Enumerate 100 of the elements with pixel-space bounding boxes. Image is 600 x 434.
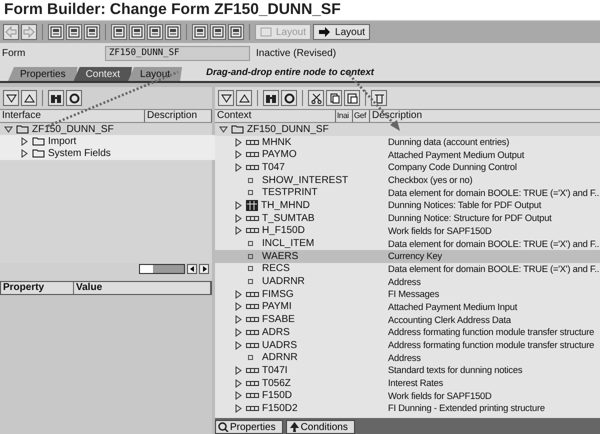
- tree-row[interactable]: FSABE: [215, 313, 359, 326]
- column-header: Interface: [0, 110, 145, 122]
- tree-row[interactable]: T047: [215, 161, 359, 174]
- refresh-button[interactable]: [281, 90, 297, 106]
- caret-left-icon: [190, 266, 194, 272]
- scroll-left-button[interactable]: [187, 264, 197, 274]
- copy-button[interactable]: [326, 90, 342, 106]
- collapsed-triangle-icon[interactable]: [20, 136, 29, 146]
- find-button[interactable]: [48, 90, 64, 106]
- cut-button[interactable]: [308, 90, 324, 106]
- window-title: Form Builder: Change Form ZF150_DUNN_SF: [4, 1, 341, 19]
- refresh-button[interactable]: [66, 90, 82, 106]
- node-name: PAYMI: [262, 301, 292, 312]
- form-status: Inactive (Revised): [256, 48, 336, 58]
- tab[interactable]: Layout: [128, 67, 182, 81]
- tree-row[interactable]: TESTPRINT: [215, 186, 359, 200]
- expand-triangle-icon[interactable]: [4, 124, 13, 134]
- delete-button[interactable]: [371, 90, 387, 106]
- folder-icon: [32, 136, 45, 146]
- tree-row[interactable]: TH_MHND: [215, 199, 359, 212]
- scroll-right-button[interactable]: [199, 264, 209, 274]
- forward-button[interactable]: [21, 24, 37, 40]
- drag-hint: Drag-and-drop entire node to context: [206, 66, 374, 78]
- expand-button[interactable]: [3, 90, 19, 106]
- tree-row[interactable]: T047I: [215, 364, 359, 377]
- trash-icon: [374, 92, 384, 104]
- toolbar-button[interactable]: [129, 24, 145, 40]
- tree-row[interactable]: H_F150D: [215, 224, 359, 238]
- node-name: T_SUMTAB: [262, 212, 315, 224]
- tree-row[interactable]: PAYMO: [215, 148, 359, 162]
- tree-row[interactable]: PAYMI: [215, 300, 359, 314]
- layout-icon: [260, 27, 272, 37]
- tree-row[interactable]: ADRS: [215, 326, 359, 339]
- node-description: Accounting Clerk Address Data: [387, 314, 512, 326]
- scissors-icon: [310, 92, 322, 104]
- tree-row[interactable]: T056Z: [215, 376, 359, 390]
- toolbar-button[interactable]: [84, 24, 100, 40]
- tab[interactable]: Properties: [8, 67, 78, 81]
- tree-row[interactable]: FIMSG: [215, 288, 359, 301]
- tree-node[interactable]: ZF150_DUNN_SF: [32, 124, 114, 135]
- node-description: Address: [387, 352, 422, 364]
- toolbar-icon: [167, 26, 179, 38]
- toolbar-button[interactable]: [147, 24, 163, 40]
- node-description: FI Dunning - Extended printing structure: [387, 402, 546, 415]
- node-name: T047I: [262, 364, 288, 376]
- expand-button[interactable]: [218, 90, 234, 106]
- toolbar-button[interactable]: [228, 24, 244, 40]
- toolbar-button[interactable]: [165, 24, 181, 40]
- tree-row[interactable]: F150D2: [215, 402, 359, 415]
- toolbar-button[interactable]: [48, 24, 64, 40]
- column-header: Property: [1, 282, 74, 294]
- toolbar-button[interactable]: [192, 24, 208, 40]
- expand-triangle-icon[interactable]: [219, 124, 228, 134]
- tree-row[interactable]: UADRNR: [215, 275, 359, 288]
- node-name: F150D2: [262, 402, 298, 414]
- node-description: Attached Payment Medium Input: [387, 300, 518, 314]
- node-description: Address: [387, 276, 422, 288]
- layout-button[interactable]: Layout: [313, 24, 370, 40]
- node-name: FIMSG: [262, 288, 294, 300]
- toolbar-button[interactable]: [66, 24, 82, 40]
- toolbar-button[interactable]: [210, 24, 226, 40]
- paste-button[interactable]: [344, 90, 360, 106]
- tree-row[interactable]: SHOW_INTEREST: [215, 174, 359, 186]
- back-button[interactable]: [3, 24, 19, 40]
- toolbar-icon: [113, 26, 125, 38]
- node-description: Dunning Notice: Structure for PDF Output: [387, 212, 553, 224]
- collapsed-triangle-icon[interactable]: [20, 148, 29, 158]
- tab[interactable]: Context: [74, 67, 132, 81]
- column-header: Context: [215, 110, 336, 122]
- tree-row[interactable]: T_SUMTAB: [215, 212, 359, 224]
- node-description: Data element for domain BOOLE: TRUE (='X') and F...: [387, 238, 600, 250]
- tree-node[interactable]: ZF150_DUNN_SF: [247, 124, 329, 135]
- collapse-button[interactable]: [21, 90, 37, 106]
- tree-row[interactable]: WAERS: [215, 250, 359, 263]
- refresh-icon: [284, 92, 294, 104]
- collapse-button[interactable]: [236, 90, 252, 106]
- horizontal-scrollbar[interactable]: [139, 264, 185, 274]
- tree-row[interactable]: UADRS: [215, 338, 359, 352]
- tree-row[interactable]: RECS: [215, 262, 359, 276]
- node-description: Checkbox (yes or no): [387, 174, 474, 186]
- folder-icon: [231, 124, 244, 134]
- find-button[interactable]: [263, 90, 279, 106]
- column-header: Inai: [336, 110, 353, 122]
- toolbar-button[interactable]: [111, 24, 127, 40]
- conditions-tab[interactable]: Conditions: [286, 420, 355, 434]
- form-name-field[interactable]: ZF150_DUNN_SF: [105, 46, 250, 60]
- node-name: T047: [262, 162, 285, 173]
- node-description: Address formating function module transfer structure: [387, 326, 596, 339]
- chevron-up-icon: [238, 92, 250, 104]
- node-name: RECS: [262, 263, 290, 274]
- tree-row[interactable]: INCL_ITEM: [215, 237, 359, 250]
- chevron-down-icon: [6, 92, 16, 104]
- tree-row[interactable]: ADRNR: [215, 351, 359, 364]
- node-name: TESTPRINT: [262, 187, 318, 198]
- clipboard-icon: [346, 92, 358, 104]
- tree-row[interactable]: F150D: [215, 389, 359, 402]
- tree-node[interactable]: Import: [48, 136, 76, 147]
- node-name: ADRNR: [262, 352, 298, 364]
- properties-tab[interactable]: Properties: [215, 420, 283, 434]
- tree-row[interactable]: MHNK: [215, 136, 359, 148]
